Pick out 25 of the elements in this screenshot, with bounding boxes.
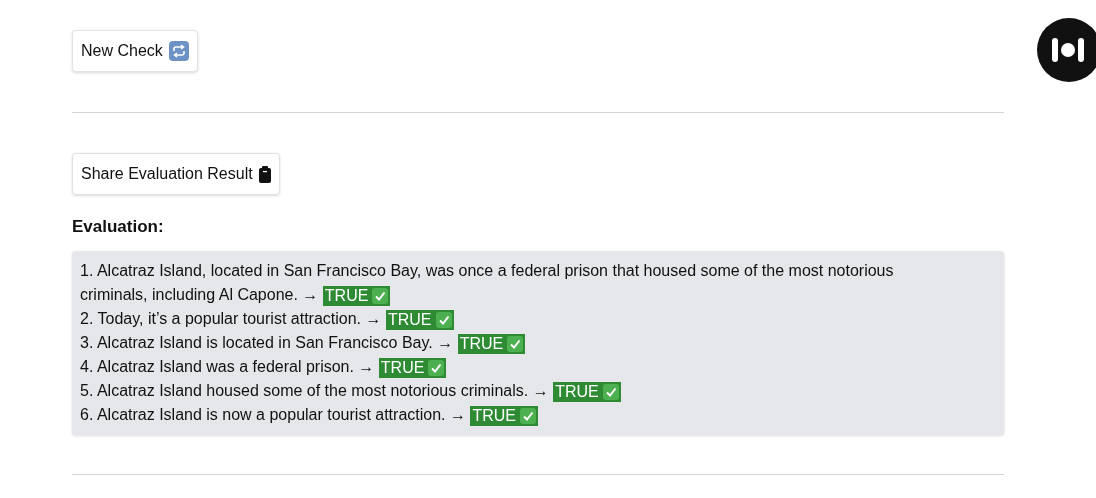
statement-text: criminals, including Al Capone. →	[80, 286, 319, 303]
verdict-text: TRUE	[555, 381, 599, 402]
clipboard-icon	[258, 165, 271, 183]
share-button[interactable]: Share Evaluation Result	[72, 153, 280, 195]
check-icon	[372, 287, 389, 304]
check-icon	[602, 383, 619, 400]
check-icon	[507, 335, 524, 352]
verdict-text: TRUE	[459, 333, 504, 354]
logo-icon[interactable]	[1037, 18, 1096, 82]
verdict-text: TRUE	[472, 405, 516, 426]
statement-text: 6. Alcatraz Island is now a popular tourist attraction. →	[80, 406, 466, 423]
new-check-button[interactable]: New Check	[72, 30, 198, 72]
repeat-icon	[168, 41, 189, 61]
statement-text: 3. Alcatraz Island is located in San Francisco Bay. →	[80, 334, 454, 351]
statement-text: 2. Today, it’s a popular tourist attraction. →	[80, 310, 382, 327]
evaluation-heading: Evaluation:	[72, 217, 164, 237]
verdict-text: TRUE	[324, 285, 369, 306]
statement-text: 1. Alcatraz Island, located in San Francisco Bay, was once a federal prison that housed some of the most notorious	[80, 262, 894, 279]
statement-text: 5. Alcatraz Island housed some of the most notorious criminals. →	[80, 382, 549, 399]
verdict-text: TRUE	[387, 309, 432, 330]
verdict-text: TRUE	[380, 357, 425, 378]
check-icon	[520, 407, 536, 424]
statement-text: 4. Alcatraz Island was a federal prison. →	[80, 358, 375, 375]
check-icon	[428, 359, 445, 376]
check-icon	[435, 311, 452, 328]
